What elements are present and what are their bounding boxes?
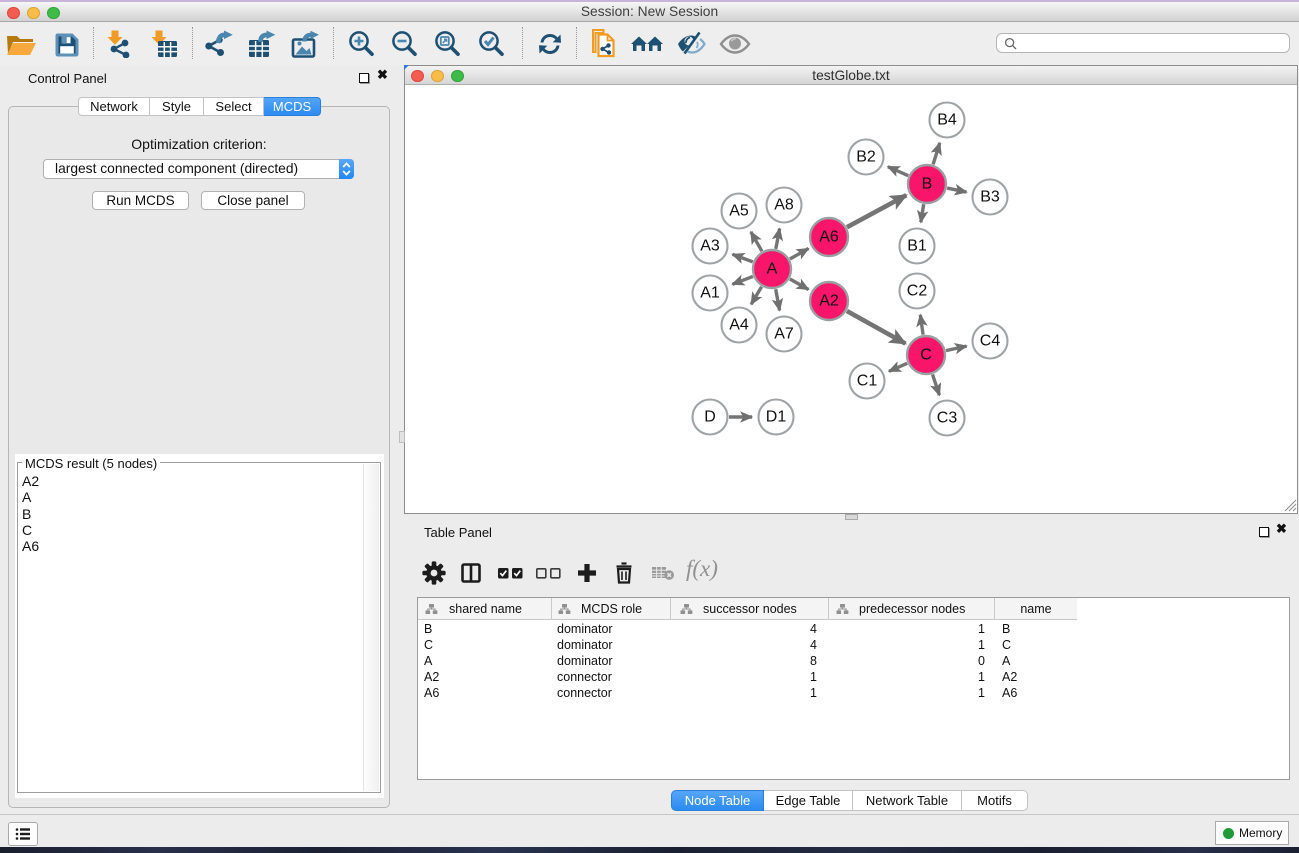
svg-text:A5: A5 xyxy=(729,203,749,220)
svg-text:C1: C1 xyxy=(857,373,878,390)
svg-text:B: B xyxy=(922,176,933,193)
svg-text:A2: A2 xyxy=(819,293,839,310)
svg-text:B1: B1 xyxy=(907,238,927,255)
svg-text:A3: A3 xyxy=(700,238,720,255)
svg-text:C: C xyxy=(920,347,932,364)
svg-text:D1: D1 xyxy=(766,409,787,426)
svg-text:A6: A6 xyxy=(819,229,839,246)
svg-text:B2: B2 xyxy=(856,149,876,166)
svg-text:B4: B4 xyxy=(937,112,957,129)
svg-text:A4: A4 xyxy=(729,317,749,334)
svg-text:A1: A1 xyxy=(700,285,720,302)
svg-text:C4: C4 xyxy=(980,333,1001,350)
svg-text:A: A xyxy=(767,261,778,278)
svg-text:C3: C3 xyxy=(937,410,958,427)
svg-text:B3: B3 xyxy=(980,189,1000,206)
svg-text:A7: A7 xyxy=(774,326,794,343)
svg-text:C2: C2 xyxy=(907,283,928,300)
svg-text:A8: A8 xyxy=(774,197,794,214)
svg-text:D: D xyxy=(704,409,716,426)
